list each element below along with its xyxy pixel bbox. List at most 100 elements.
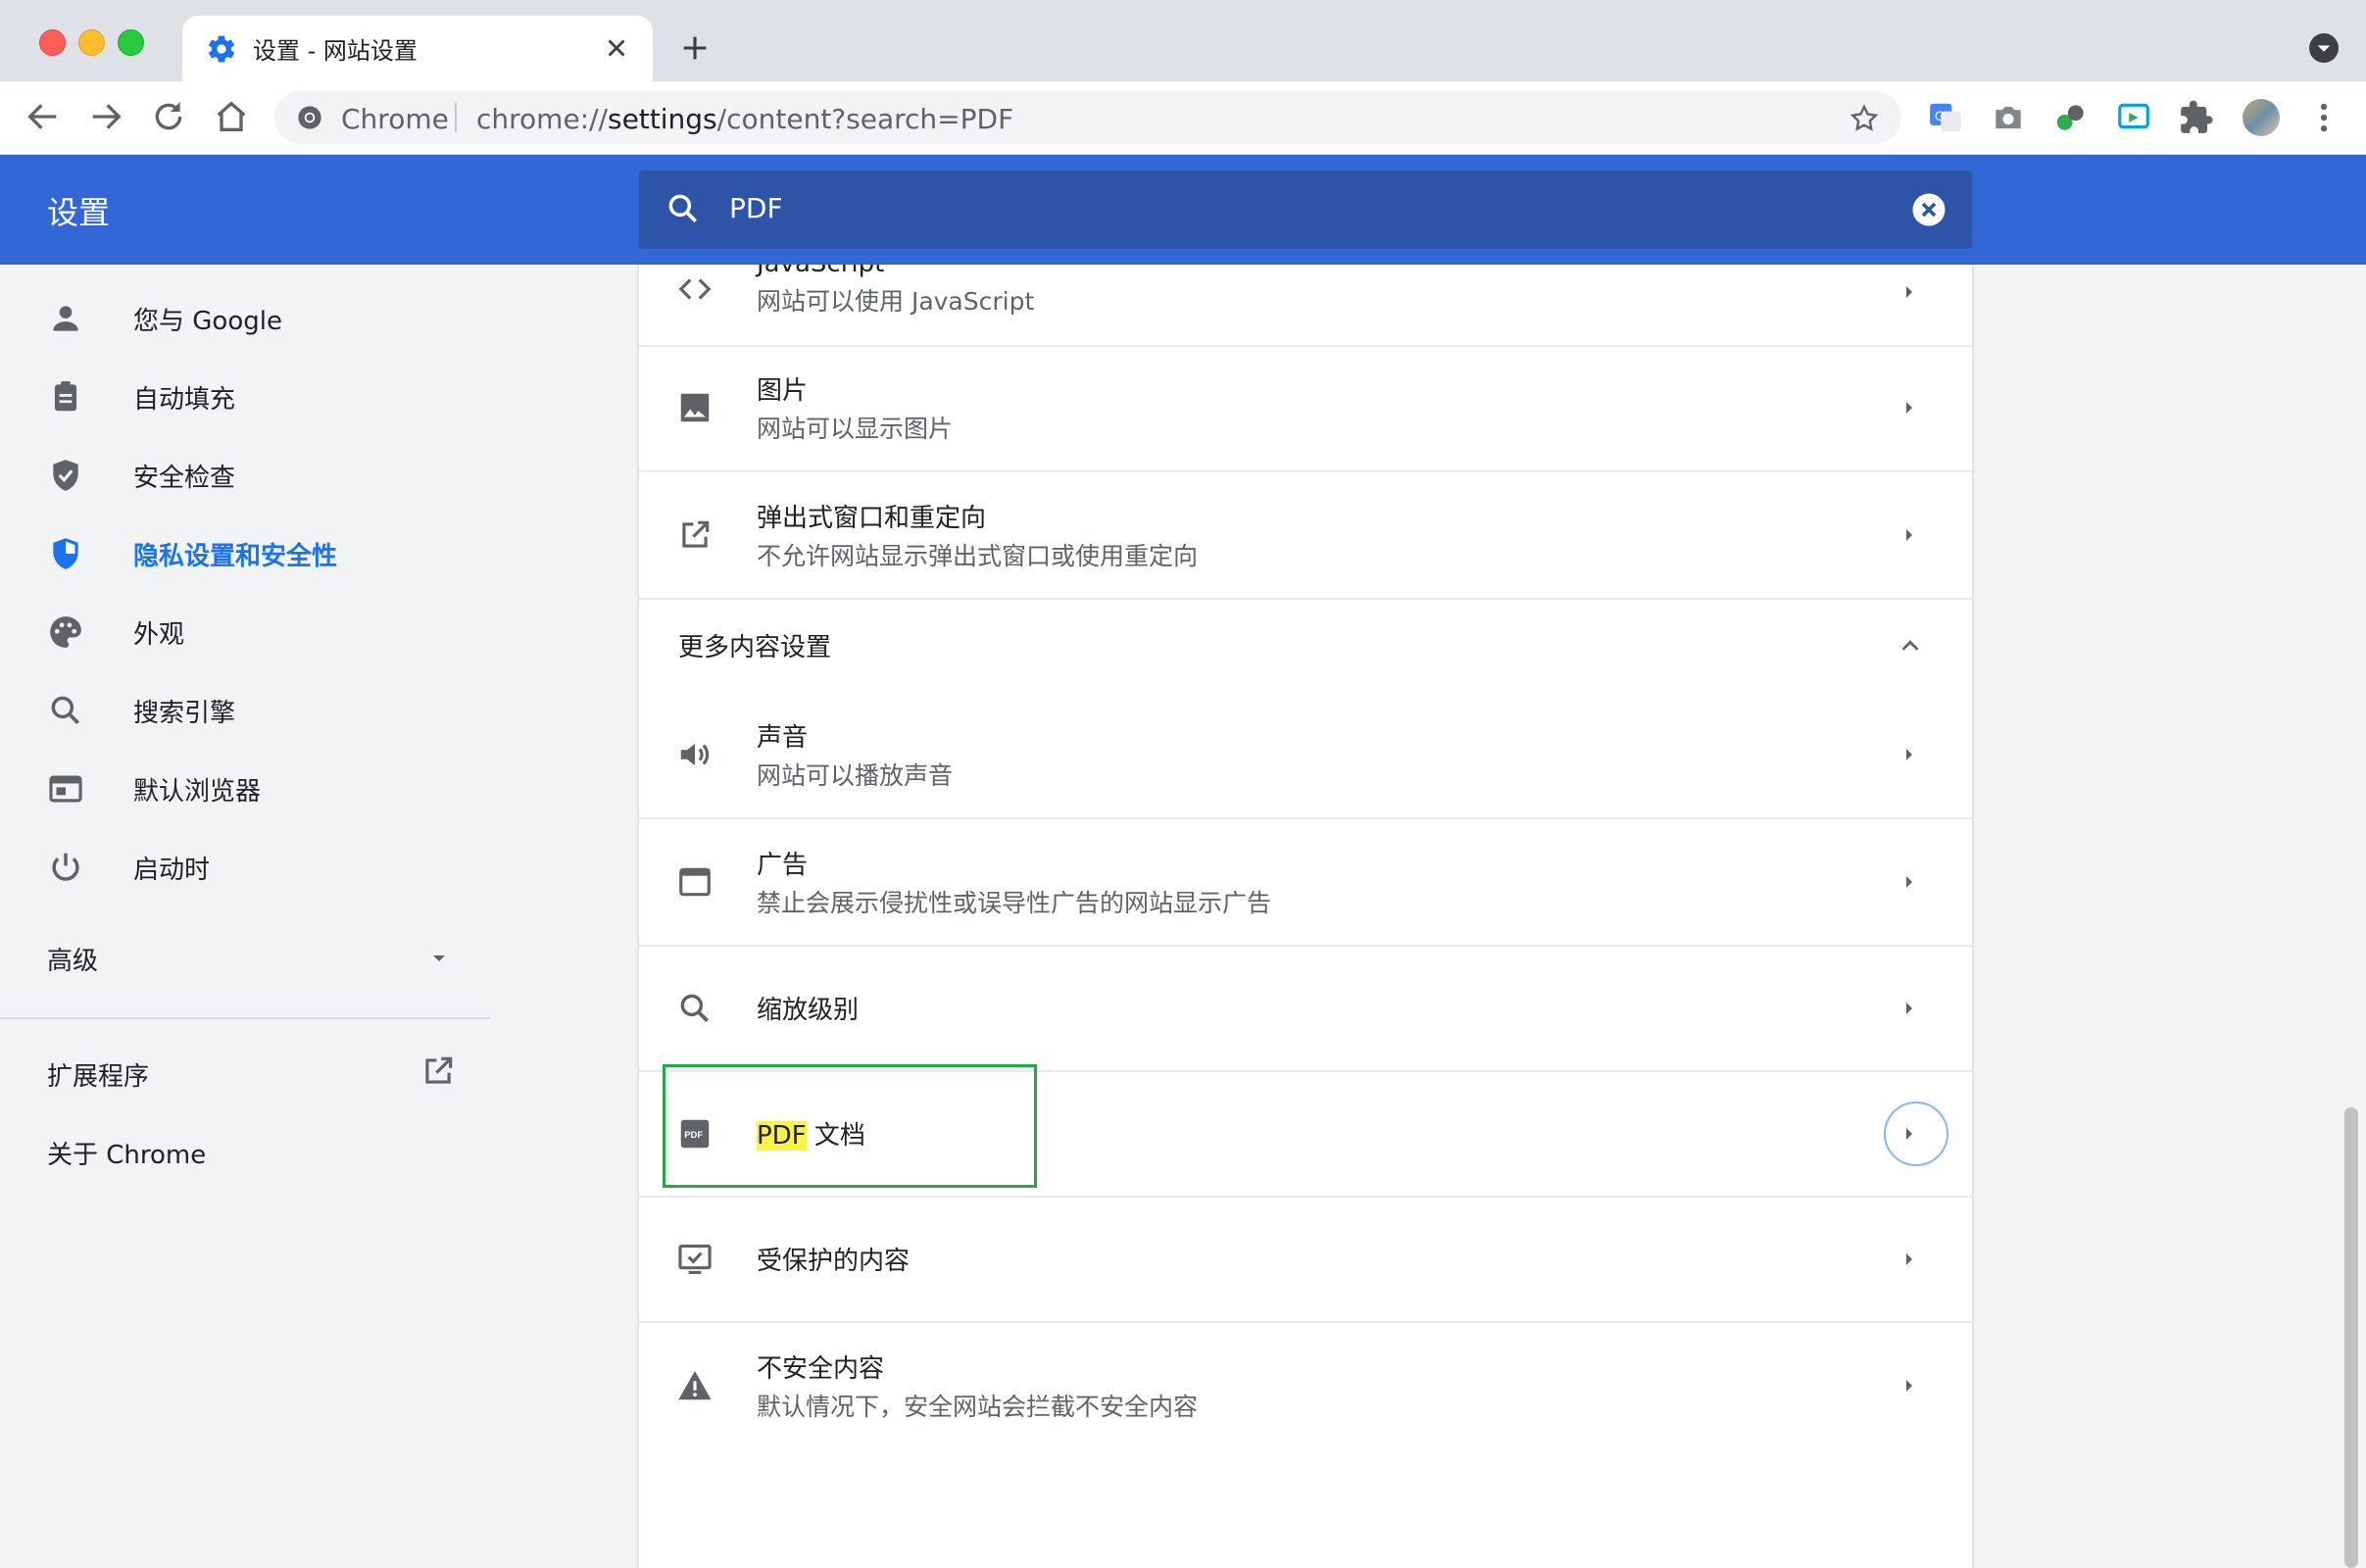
- sidebar-item-label: 自动填充: [133, 385, 236, 415]
- setting-row-javascript[interactable]: JavaScript 网站可以使用 JavaScript: [639, 265, 1972, 347]
- protected-monitor-icon: [678, 1244, 712, 1275]
- section-title: 更多内容设置: [678, 633, 832, 662]
- back-arrow-icon[interactable]: [24, 97, 63, 136]
- setting-subtitle: 默认情况下，安全网站会拦截不安全内容: [757, 1393, 1199, 1421]
- sidebar-item-label: 外观: [133, 620, 185, 650]
- window-minimize-button[interactable]: [78, 29, 105, 56]
- sidebar-item-you-and-google[interactable]: 您与 Google: [0, 283, 490, 352]
- tab-strip: 设置 - 网站设置: [0, 0, 2366, 81]
- tab-title: 设置 - 网站设置: [253, 37, 418, 65]
- caret-down-icon[interactable]: [427, 947, 451, 970]
- search-input[interactable]: PDF: [729, 192, 783, 224]
- sidebar-divider: [0, 1017, 490, 1019]
- sidebar-item-label: 隐私设置和安全性: [133, 542, 338, 571]
- setting-row-popups[interactable]: 弹出式窗口和重定向 不允许网站显示弹出式窗口或使用重定向: [639, 472, 1972, 600]
- scrollbar-thumb[interactable]: [2344, 1107, 2358, 1568]
- proxy-extension-icon[interactable]: [2052, 99, 2090, 136]
- arrow-right-icon: [1906, 286, 1912, 298]
- setting-title: 受保护的内容: [757, 1247, 911, 1276]
- search-icon: [51, 696, 80, 725]
- settings-header: 设置 PDF: [0, 155, 2366, 265]
- search-icon: [680, 994, 710, 1023]
- browser-toolbar: Chrome chrome://settings/content?search=…: [0, 81, 2366, 155]
- setting-subtitle: 网站可以使用 JavaScript: [757, 287, 1035, 316]
- arrow-right-icon: [1906, 1003, 1912, 1014]
- open-in-new-icon: [682, 520, 710, 548]
- setting-row-images[interactable]: 图片 网站可以显示图片: [639, 345, 1972, 472]
- page-title: 设置: [47, 194, 111, 231]
- arrow-right-icon: [1906, 1253, 1912, 1265]
- setting-row-zoom[interactable]: 缩放级别: [639, 947, 1972, 1072]
- sidebar-item-privacy-security[interactable]: 隐私设置和安全性: [0, 518, 490, 587]
- sidebar-item-default-browser[interactable]: 默认浏览器: [0, 754, 490, 822]
- arrow-right-icon: [1906, 749, 1912, 760]
- gear-icon: [208, 35, 235, 63]
- setting-subtitle: 网站可以播放声音: [757, 761, 954, 790]
- arrow-right-icon: [1906, 1380, 1912, 1392]
- setting-row-protected-content[interactable]: 受保护的内容: [639, 1198, 1972, 1323]
- setting-row-insecure-content[interactable]: 不安全内容 默认情况下，安全网站会拦截不安全内容: [639, 1323, 1972, 1448]
- setting-subtitle: 网站可以显示图片: [757, 415, 954, 443]
- sidebar-item-appearance[interactable]: 外观: [0, 597, 490, 665]
- puzzle-extensions-icon[interactable]: [2178, 99, 2215, 136]
- settings-sidebar: 您与 Google 自动填充 安全检查 隐私设置和安全性 外观 搜索引擎 默认浏…: [0, 265, 490, 1568]
- setting-row-ads[interactable]: 广告 禁止会展示侵扰性或误导性广告的网站显示广告: [639, 819, 1972, 947]
- sidebar-item-autofill[interactable]: 自动填充: [0, 362, 490, 430]
- sidebar-item-label: 搜索引擎: [133, 699, 236, 728]
- power-icon: [52, 853, 79, 881]
- ad-window-icon: [679, 867, 711, 897]
- sidebar-item-label: 启动时: [133, 856, 211, 885]
- annotation-highlight-box: [663, 1064, 1037, 1188]
- setting-title: 不安全内容: [757, 1354, 885, 1384]
- open-in-new-icon[interactable]: [419, 1053, 457, 1090]
- setting-title: 声音: [757, 723, 809, 753]
- setting-title: 广告: [757, 851, 809, 880]
- setting-title: 图片: [757, 376, 809, 406]
- sidebar-item-search-engine[interactable]: 搜索引擎: [0, 675, 490, 744]
- shield-check-icon: [53, 460, 78, 491]
- reload-icon[interactable]: [149, 97, 188, 136]
- arrow-right-icon: [1906, 1128, 1912, 1140]
- privacy-shield-icon: [53, 538, 78, 569]
- home-icon[interactable]: [212, 97, 251, 136]
- close-icon[interactable]: [602, 33, 631, 63]
- setting-title: JavaScript: [757, 265, 884, 278]
- sidebar-item-safety-check[interactable]: 安全检查: [0, 440, 490, 509]
- clipboard-icon: [54, 381, 77, 412]
- site-settings-card: JavaScript 网站可以使用 JavaScript 图片 网站可以显示图片…: [639, 265, 1972, 1568]
- setting-subtitle: 不允许网站显示弹出式窗口或使用重定向: [757, 542, 1199, 570]
- forward-arrow-icon[interactable]: [86, 97, 125, 136]
- new-tab-icon[interactable]: [678, 31, 712, 65]
- sidebar-item-about-chrome[interactable]: 关于 Chrome: [47, 1135, 206, 1171]
- arrow-right-icon: [1906, 402, 1912, 414]
- chrome-icon: [298, 106, 321, 129]
- setting-row-sound[interactable]: 声音 网站可以播放声音: [639, 692, 1972, 819]
- tab-search-icon[interactable]: [2309, 33, 2339, 63]
- bookmark-star-icon[interactable]: [1848, 103, 1880, 134]
- sidebar-advanced-toggle[interactable]: 高级: [47, 941, 98, 977]
- setting-title: 弹出式窗口和重定向: [757, 504, 987, 533]
- setting-subtitle: 禁止会展示侵扰性或误导性广告的网站显示广告: [757, 889, 1272, 917]
- screen-capture-extension-icon[interactable]: [2115, 99, 2152, 136]
- profile-avatar[interactable]: [2243, 99, 2280, 136]
- camera-extension-icon[interactable]: [1990, 99, 2027, 136]
- search-icon: [668, 194, 698, 223]
- arrow-right-icon: [1906, 529, 1912, 541]
- sidebar-item-extensions[interactable]: 扩展程序: [47, 1056, 149, 1093]
- translate-extension-icon[interactable]: G: [1927, 99, 1964, 136]
- more-content-settings-header[interactable]: 更多内容设置: [639, 600, 1972, 692]
- svg-text:G: G: [1935, 109, 1946, 124]
- settings-search-box[interactable]: PDF: [639, 171, 1972, 249]
- site-chip-label: Chrome: [341, 103, 449, 135]
- window-zoom-button[interactable]: [118, 29, 144, 56]
- chevron-up-icon[interactable]: [1896, 631, 1925, 661]
- clear-search-icon[interactable]: [1911, 192, 1947, 227]
- sidebar-item-label: 安全检查: [133, 464, 236, 493]
- tab-settings[interactable]: 设置 - 网站设置: [182, 16, 653, 81]
- sidebar-item-on-startup[interactable]: 启动时: [0, 832, 490, 901]
- more-vert-icon[interactable]: [2305, 99, 2342, 136]
- address-bar[interactable]: Chrome chrome://settings/content?search=…: [274, 91, 1901, 144]
- volume-icon: [680, 743, 710, 766]
- window-close-button[interactable]: [39, 29, 66, 56]
- person-icon: [53, 306, 78, 331]
